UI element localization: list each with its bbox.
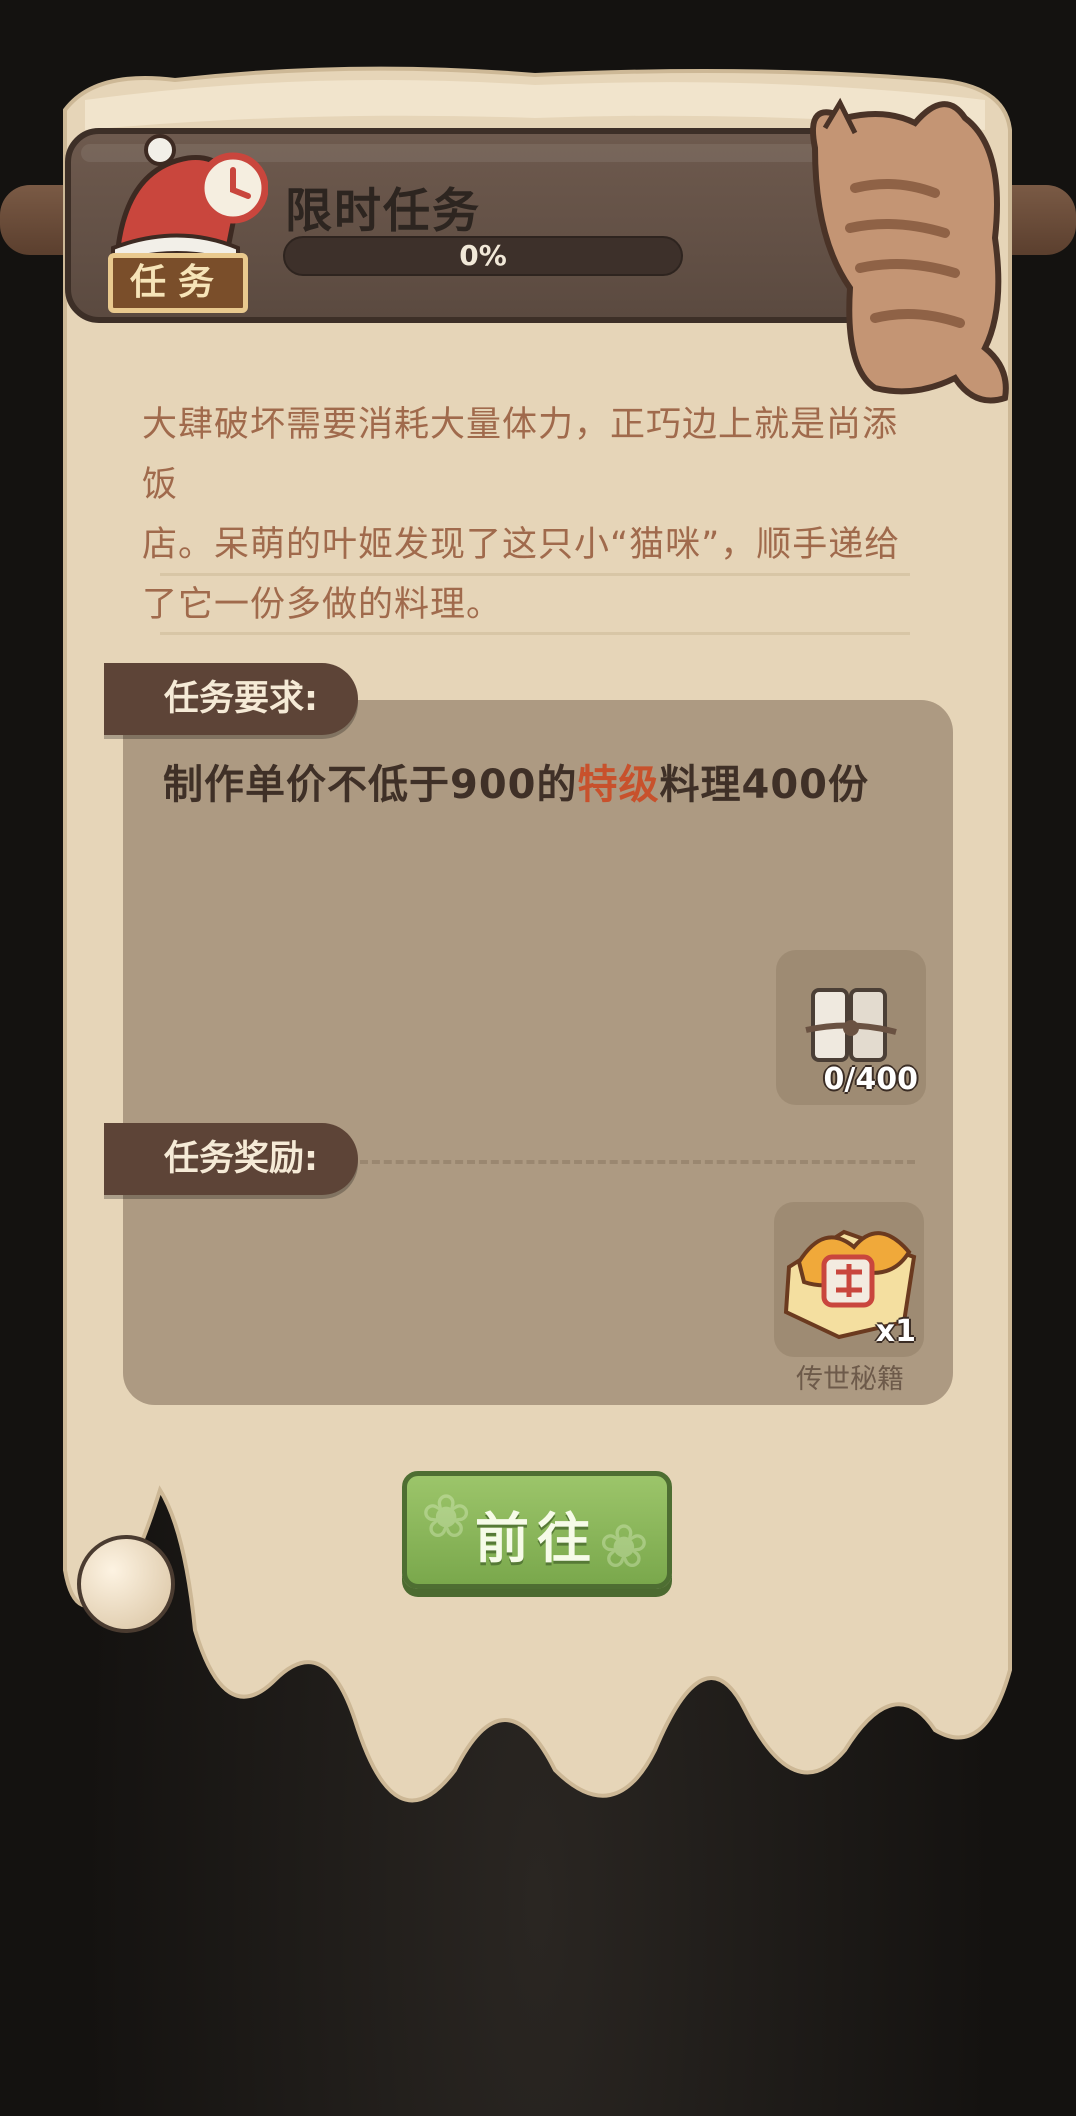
requirement-text-after: 料理400份 [659,762,869,808]
requirement-item-slot[interactable]: 0/400 [776,950,926,1105]
description-line: 店。呆萌的叶姬发现了这只小“猫咪”，顺手递给 [142,525,901,565]
requirement-progress-count: 0/400 [823,1062,918,1097]
scroll-knob [77,1535,175,1633]
reward-item-name: 传世秘籍 [796,1364,904,1395]
divider [160,573,910,576]
task-badge: 任务 [108,253,248,313]
requirement-highlight: 特级 [577,762,660,808]
divider [160,632,910,635]
go-button[interactable]: ❀ ❀ 前往 [402,1471,672,1589]
progress-text: 0% [459,239,507,272]
requirement-text: 制作单价不低于900的特级料理400份 [163,752,869,810]
reward-tag: 任务奖励: [104,1123,358,1195]
reward-item-slot[interactable]: x1 [774,1202,924,1357]
reward-divider [360,1160,915,1164]
task-description: 大肆破坏需要消耗大量体力，正巧边上就是尚添饭 店。呆萌的叶姬发现了这只小“猫咪”… [142,395,932,635]
go-button-label: 前往 [475,1507,599,1570]
description-line: 大肆破坏需要消耗大量体力，正巧边上就是尚添饭 [142,405,899,505]
description-line: 了它一份多做的料理。 [142,585,503,625]
cat-mascot-icon [810,97,1009,404]
requirement-tag: 任务要求: [104,663,358,735]
reward-quantity: x1 [875,1314,916,1349]
requirement-text-before: 制作单价不低于900的 [163,762,578,808]
progress-bar: 0% [283,236,683,276]
page-title: 限时任务 [285,184,481,239]
